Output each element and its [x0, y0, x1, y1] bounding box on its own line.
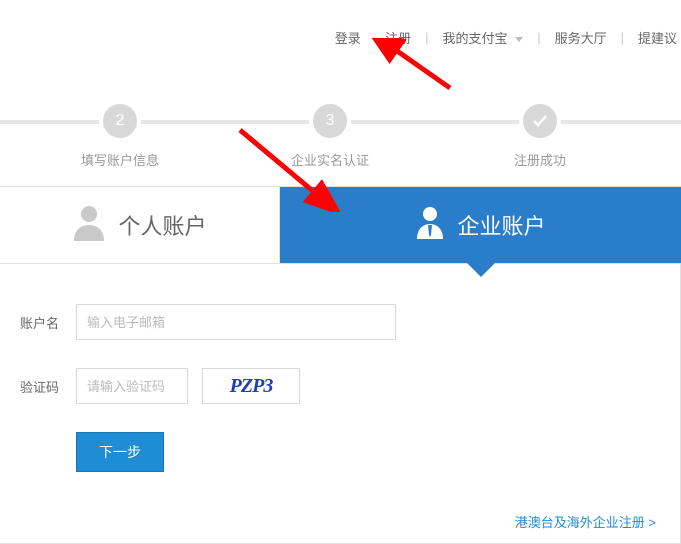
- step-4-check-icon: [519, 100, 561, 142]
- business-user-icon: [415, 205, 445, 245]
- nav-sep-3: |: [611, 30, 634, 45]
- tab-enterprise-label: 企业账户: [457, 209, 545, 241]
- tab-personal[interactable]: 个人账户: [0, 187, 280, 263]
- service-link[interactable]: 服务大厅: [551, 28, 611, 47]
- my-alipay-label: 我的支付宝: [443, 31, 508, 46]
- step-3-circle: 3: [309, 100, 351, 142]
- step-2-circle: 2: [99, 100, 141, 142]
- step-2: 2 填写账户信息: [20, 100, 220, 169]
- captcha-image[interactable]: PZP3: [202, 368, 300, 404]
- step-3: 3 企业实名认证: [230, 100, 430, 169]
- form-panel: 账户名 验证码 PZP3 下一步 港澳台及海外企业注册 >: [0, 264, 681, 544]
- my-alipay-link[interactable]: 我的支付宝: [439, 28, 528, 47]
- feedback-link[interactable]: 提建议: [634, 28, 681, 47]
- account-tabs: 个人账户 企业账户: [0, 186, 681, 264]
- annotation-arrow-icon: [370, 38, 470, 98]
- account-label: 账户名: [20, 313, 76, 332]
- tab-personal-label: 个人账户: [118, 209, 206, 241]
- step-2-label: 填写账户信息: [20, 150, 220, 169]
- steps-bar: 2 填写账户信息 3 企业实名认证 注册成功: [0, 100, 681, 170]
- button-row: 下一步: [76, 432, 680, 472]
- top-nav: 登录 · 注册 | 我的支付宝 | 服务大厅 | 提建议: [331, 28, 681, 47]
- captcha-row: 验证码 PZP3: [20, 368, 680, 404]
- account-row: 账户名: [20, 304, 680, 340]
- nav-sep-2: |: [527, 30, 550, 45]
- user-icon: [72, 203, 106, 247]
- register-link[interactable]: 注册: [381, 28, 415, 47]
- account-input[interactable]: [76, 304, 396, 340]
- nav-sep-1: |: [415, 30, 438, 45]
- nav-dash: ·: [365, 30, 381, 45]
- overseas-register-link[interactable]: 港澳台及海外企业注册 >: [515, 512, 656, 531]
- captcha-input[interactable]: [76, 368, 188, 404]
- chevron-down-icon: [515, 37, 523, 42]
- next-button[interactable]: 下一步: [76, 432, 164, 472]
- step-3-label: 企业实名认证: [230, 150, 430, 169]
- login-link[interactable]: 登录: [331, 28, 365, 47]
- step-4-label: 注册成功: [440, 150, 640, 169]
- tab-enterprise[interactable]: 企业账户: [280, 187, 681, 263]
- captcha-label: 验证码: [20, 377, 76, 396]
- step-4: 注册成功: [440, 100, 640, 169]
